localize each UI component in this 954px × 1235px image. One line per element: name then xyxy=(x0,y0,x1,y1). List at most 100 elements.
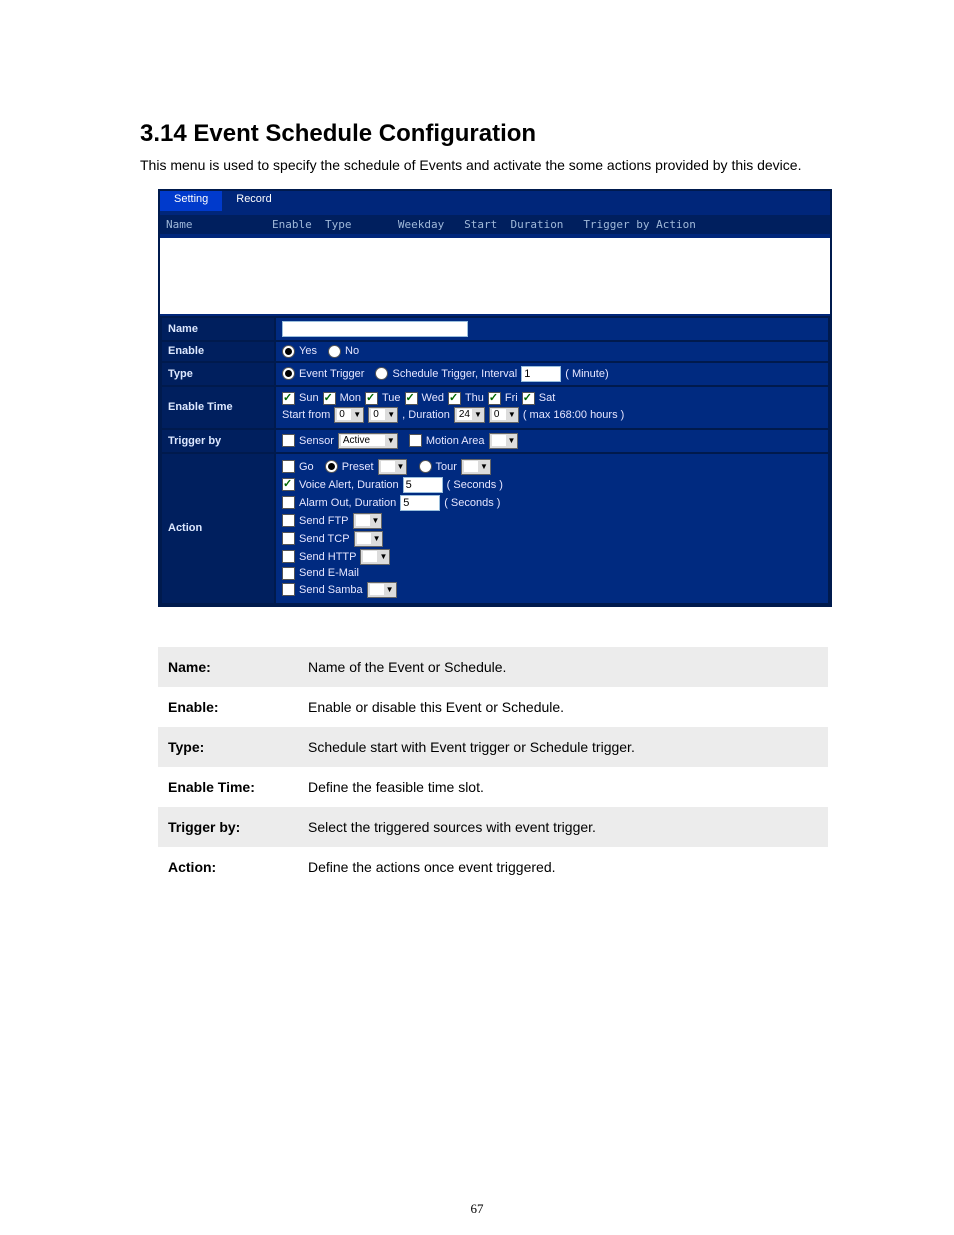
dur-hour-select[interactable]: 24▼ xyxy=(454,407,485,423)
label-triggerby: Trigger by xyxy=(161,429,275,453)
day-wed-label: Wed xyxy=(422,392,444,404)
action-preset-radio[interactable] xyxy=(325,460,338,473)
day-fri-checkbox[interactable] xyxy=(488,392,501,405)
action-alarm-checkbox[interactable] xyxy=(282,496,295,509)
enable-yes-label: Yes xyxy=(299,345,317,357)
day-thu-checkbox[interactable] xyxy=(448,392,461,405)
name-input[interactable] xyxy=(282,321,468,337)
start-min-select[interactable]: 0▼ xyxy=(368,407,398,423)
definition-key: Enable: xyxy=(158,687,298,727)
day-fri-label: Fri xyxy=(505,392,518,404)
col-name: Name xyxy=(166,218,193,231)
definition-row: Name:Name of the Event or Schedule. xyxy=(158,647,828,687)
col-weekday: Weekday xyxy=(398,218,444,231)
action-voice-checkbox[interactable] xyxy=(282,478,295,491)
definition-key: Enable Time: xyxy=(158,767,298,807)
type-schedule-label: Schedule Trigger, Interval xyxy=(392,368,517,380)
definition-value: Schedule start with Event trigger or Sch… xyxy=(298,727,828,767)
label-action: Action xyxy=(161,453,275,604)
action-voice-unit: ( Seconds ) xyxy=(447,479,503,491)
action-ftp-checkbox[interactable] xyxy=(282,514,295,527)
trigger-sensor-checkbox[interactable] xyxy=(282,434,295,447)
day-mon-label: Mon xyxy=(340,392,361,404)
definition-key: Trigger by: xyxy=(158,807,298,847)
trigger-sensor-select[interactable]: Active▼ xyxy=(338,433,398,449)
section-intro: This menu is used to specify the schedul… xyxy=(140,156,814,175)
day-mon-checkbox[interactable] xyxy=(323,392,336,405)
label-type: Type xyxy=(161,362,275,386)
panel-tabs: Setting Record xyxy=(160,191,830,213)
action-tour-select[interactable]: ▼ xyxy=(461,459,491,475)
day-sat-checkbox[interactable] xyxy=(522,392,535,405)
action-alarm-unit: ( Seconds ) xyxy=(444,497,500,509)
start-hour-select[interactable]: 0▼ xyxy=(334,407,364,423)
definition-key: Name: xyxy=(158,647,298,687)
action-samba-checkbox[interactable] xyxy=(282,583,295,596)
chevron-down-icon: ▼ xyxy=(508,436,516,445)
definition-value: Define the actions once event triggered. xyxy=(298,847,828,887)
action-tour-label: Tour xyxy=(436,461,457,473)
action-tcp-select[interactable]: ▼ xyxy=(354,531,384,547)
action-http-select[interactable]: ▼ xyxy=(360,549,390,565)
schedule-list[interactable] xyxy=(160,236,830,316)
tab-setting[interactable]: Setting xyxy=(160,191,222,211)
label-enable: Enable xyxy=(161,341,275,362)
definition-key: Type: xyxy=(158,727,298,767)
col-start: Start xyxy=(464,218,497,231)
definition-value: Enable or disable this Event or Schedule… xyxy=(298,687,828,727)
day-tue-label: Tue xyxy=(382,392,401,404)
type-event-radio[interactable] xyxy=(282,367,295,380)
chevron-down-icon: ▼ xyxy=(387,410,395,419)
tab-record[interactable]: Record xyxy=(222,191,285,211)
action-alarm-input[interactable] xyxy=(400,495,440,511)
day-tue-checkbox[interactable] xyxy=(365,392,378,405)
enable-no-label: No xyxy=(345,345,359,357)
chevron-down-icon: ▼ xyxy=(373,534,381,543)
trigger-motion-checkbox[interactable] xyxy=(409,434,422,447)
trigger-motion-select[interactable]: ▼ xyxy=(489,433,519,449)
trigger-sensor-label: Sensor xyxy=(299,435,334,447)
section-heading: 3.14 Event Schedule Configuration xyxy=(140,120,814,148)
action-go-checkbox[interactable] xyxy=(282,460,295,473)
action-voice-label: Voice Alert, Duration xyxy=(299,479,399,491)
dur-min-select[interactable]: 0▼ xyxy=(489,407,519,423)
enable-yes-radio[interactable] xyxy=(282,345,295,358)
action-alarm-label: Alarm Out, Duration xyxy=(299,497,396,509)
definition-row: Trigger by:Select the triggered sources … xyxy=(158,807,828,847)
col-duration: Duration xyxy=(510,218,563,231)
type-event-label: Event Trigger xyxy=(299,368,364,380)
type-schedule-radio[interactable] xyxy=(375,367,388,380)
type-interval-unit: ( Minute) xyxy=(565,368,608,380)
action-samba-select[interactable]: ▼ xyxy=(367,582,397,598)
action-email-checkbox[interactable] xyxy=(282,567,295,580)
action-http-label: Send HTTP xyxy=(299,551,356,563)
definition-row: Type:Schedule start with Event trigger o… xyxy=(158,727,828,767)
day-wed-checkbox[interactable] xyxy=(405,392,418,405)
col-trigger: Trigger by Action xyxy=(583,218,696,231)
action-tour-radio[interactable] xyxy=(419,460,432,473)
day-thu-label: Thu xyxy=(465,392,484,404)
definition-row: Enable:Enable or disable this Event or S… xyxy=(158,687,828,727)
page-number: 67 xyxy=(0,1201,954,1217)
day-sun-checkbox[interactable] xyxy=(282,392,295,405)
action-samba-label: Send Samba xyxy=(299,584,363,596)
chevron-down-icon: ▼ xyxy=(372,516,380,525)
type-interval-input[interactable] xyxy=(521,366,561,382)
chevron-down-icon: ▼ xyxy=(386,585,394,594)
config-form: Name Enable Yes No xyxy=(160,316,830,605)
definition-value: Name of the Event or Schedule. xyxy=(298,647,828,687)
chevron-down-icon: ▼ xyxy=(379,552,387,561)
action-preset-select[interactable]: ▼ xyxy=(378,459,408,475)
action-voice-input[interactable] xyxy=(403,477,443,493)
action-ftp-select[interactable]: ▼ xyxy=(353,513,383,529)
duration-hint: ( max 168:00 hours ) xyxy=(523,409,625,421)
day-sat-label: Sat xyxy=(539,392,556,404)
config-panel: Setting Record Name Enable Type Weekday … xyxy=(158,189,832,607)
definition-row: Action:Define the actions once event tri… xyxy=(158,847,828,887)
col-enable: Enable xyxy=(272,218,312,231)
startfrom-label: Start from xyxy=(282,409,330,421)
enable-no-radio[interactable] xyxy=(328,345,341,358)
action-tcp-checkbox[interactable] xyxy=(282,532,295,545)
action-http-checkbox[interactable] xyxy=(282,550,295,563)
definition-row: Enable Time:Define the feasible time slo… xyxy=(158,767,828,807)
